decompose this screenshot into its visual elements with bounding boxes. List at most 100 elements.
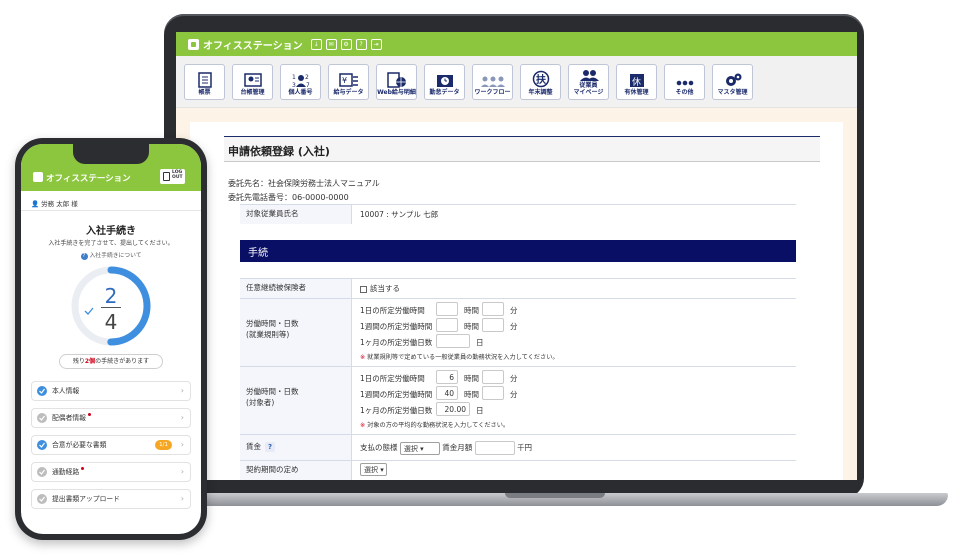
svg-text:¥: ¥ (342, 76, 347, 85)
pay-form-select[interactable]: 選択 ▾ (399, 441, 440, 455)
toolbar-button-payroll-data[interactable]: ¥ 給与データ (328, 63, 369, 100)
svg-text:扶: 扶 (536, 73, 547, 86)
divider (21, 210, 201, 211)
unit-label: 分 (510, 306, 518, 315)
daily-hours-label: 1日の所定労働時間 (360, 374, 425, 383)
task-badge: 1/1 (155, 440, 172, 450)
toolbar-button-employee-mypage[interactable]: 従業員 マイページ (568, 63, 609, 100)
document-icon (197, 72, 212, 88)
toolbar-button-paid-leave[interactable]: 休 有休管理 (616, 63, 657, 100)
target-note: 対象の方の平均的な勤務状況を入力してください。 (367, 422, 510, 429)
wage-help-icon[interactable]: ? (265, 442, 275, 452)
unit-label: 時間 (464, 390, 479, 399)
toolbar-label: マスタ管理 (717, 88, 748, 96)
toolbar-button-attendance[interactable]: 勤怠データ (424, 63, 465, 100)
pay-form-label: 支払の態様 (360, 443, 398, 452)
unit-label: 時間 (464, 306, 479, 315)
app-title: オフィスステーション (203, 40, 303, 52)
voluntary-row: 任意継続被保険者 該当する (240, 278, 796, 298)
svg-text:休: 休 (632, 76, 641, 88)
toolbar-button-ledger[interactable]: 台帳管理 (232, 63, 273, 100)
toolbar-label: その他 (675, 88, 694, 96)
help-icon[interactable]: ? (355, 38, 367, 50)
paid-leave-icon: 休 (629, 73, 644, 88)
rules-daily-hours-input[interactable] (436, 302, 458, 316)
wage-label: 賃金 (246, 442, 261, 451)
check-pending-icon (37, 494, 47, 504)
task-item-label: 通勤経路 (52, 468, 80, 476)
consignee-phone: 委託先電話番号：06-0000-0000 (228, 193, 349, 202)
ledger-icon (243, 73, 262, 87)
employee-mypage-icon (579, 70, 599, 82)
unit-label: 日 (476, 338, 484, 347)
web-payslip-icon (386, 72, 406, 88)
phone-subtitle: 入社手続きを完了させて、提出してください。 (48, 240, 174, 247)
chevron-right-icon: › (180, 467, 184, 476)
logout-button[interactable]: LOG OUT (160, 169, 185, 184)
monthly-days-label: 1ヶ月の所定労働日数 (360, 338, 433, 347)
toolbar-button-more[interactable]: その他 (664, 63, 705, 100)
task-item-label: 提出書類アップロード (52, 495, 120, 503)
check-pending-icon (37, 413, 47, 423)
task-item[interactable]: 合意が必要な書類 1/1 › (31, 435, 191, 455)
toolbar-button-personal-number[interactable]: 1 2 3 7 個人番号 (280, 63, 321, 100)
rules-weekly-hours-input[interactable] (436, 318, 458, 332)
logout-icon[interactable]: ⇥ (370, 38, 382, 50)
check-done-icon (37, 386, 47, 396)
phone-app-title: オフィスステーション (46, 174, 131, 184)
check-done-icon (37, 440, 47, 450)
contract-select[interactable]: 選択 ▾ (360, 463, 387, 476)
app-header: オフィスステーション ↓ ✉ ⚙ ? ⇥ (176, 32, 857, 56)
section-title: 手続 (240, 240, 796, 262)
task-item-label: 合意が必要な書類 (52, 441, 107, 449)
toolbar-button-master[interactable]: マスタ管理 (712, 63, 753, 100)
toolbar-label: 有休管理 (624, 88, 649, 96)
task-item[interactable]: 本人情報 › (31, 381, 191, 401)
attendance-icon (436, 74, 453, 87)
toolbar-button-web-payslip[interactable]: Web給与明細 (376, 63, 417, 100)
task-item[interactable]: 配偶者情報 › (31, 408, 191, 428)
help-link[interactable]: ? 入社手続きについて (21, 250, 201, 260)
remaining-count: 2個 (84, 358, 96, 365)
target-weekly-minutes-input[interactable] (482, 386, 504, 400)
progress-total: 4 (104, 310, 118, 334)
toolbar-button-report[interactable]: 帳票 (184, 63, 225, 100)
personal-number-icon: 1 2 3 7 (292, 74, 310, 88)
consignee-name: 委託先名：社会保険労務士法人マニュアル (228, 179, 380, 188)
task-item-label: 配偶者情報 (52, 414, 86, 422)
voluntary-checkbox[interactable] (360, 285, 367, 293)
main-toolbar: 帳票 台帳管理 1237 個人番号 ¥ 給与データ Web給与明細 勤怠データ … (176, 56, 857, 108)
app-logo-icon (188, 38, 199, 50)
laptop-screen: オフィスステーション ↓ ✉ ⚙ ? ⇥ 帳票 台帳管理 1 2 3 7 個人番号 ¥… (176, 32, 857, 480)
toolbar-button-workflow[interactable]: ワークフロー (472, 63, 513, 100)
work-target-label: 労働時間・日数 (対象者) (240, 367, 352, 434)
unit-label: 日 (476, 406, 484, 415)
monthly-wage-input[interactable] (474, 441, 515, 455)
monthly-wage-label: 賃金月額 (442, 443, 473, 452)
rules-weekly-minutes-input[interactable] (482, 318, 504, 332)
target-daily-hours-input[interactable]: 6 (436, 370, 458, 384)
toolbar-button-year-end[interactable]: 扶 年末調整 (520, 63, 561, 100)
toolbar-label: 給与データ (333, 88, 364, 96)
work-rules-label: 労働時間・日数 (就業規則等) (240, 299, 352, 366)
unit-label: 時間 (464, 374, 479, 383)
target-monthly-days-input[interactable]: 20.00 (436, 402, 470, 416)
rules-daily-minutes-input[interactable] (482, 302, 504, 316)
toolbar-label: 年末調整 (528, 88, 553, 96)
monthly-days-label: 1ヶ月の所定労働日数 (360, 406, 433, 415)
voluntary-label: 任意継続被保険者 (240, 279, 352, 298)
target-daily-minutes-input[interactable] (482, 370, 504, 384)
toolbar-label: 勤怠データ (429, 88, 460, 96)
rules-monthly-days-input[interactable] (436, 334, 470, 348)
work-target-row: 労働時間・日数 (対象者) 1日の所定労働時間 6 時間 分 1週間の所定労働時… (240, 366, 796, 434)
question-icon: ? (80, 253, 88, 260)
weekly-hours-label: 1週間の所定労働時間 (360, 322, 433, 331)
user-icon: 👤 (31, 200, 40, 208)
target-weekly-hours-input[interactable]: 40 (436, 386, 458, 400)
task-item[interactable]: 提出書類アップロード › (31, 489, 191, 509)
remaining-pill: 残り2個の手続きがあります (59, 354, 163, 369)
download-icon[interactable]: ↓ (310, 38, 322, 50)
mail-icon[interactable]: ✉ (325, 38, 337, 50)
task-item[interactable]: 通勤経路 › (31, 462, 191, 482)
settings-icon[interactable]: ⚙ (340, 38, 352, 50)
